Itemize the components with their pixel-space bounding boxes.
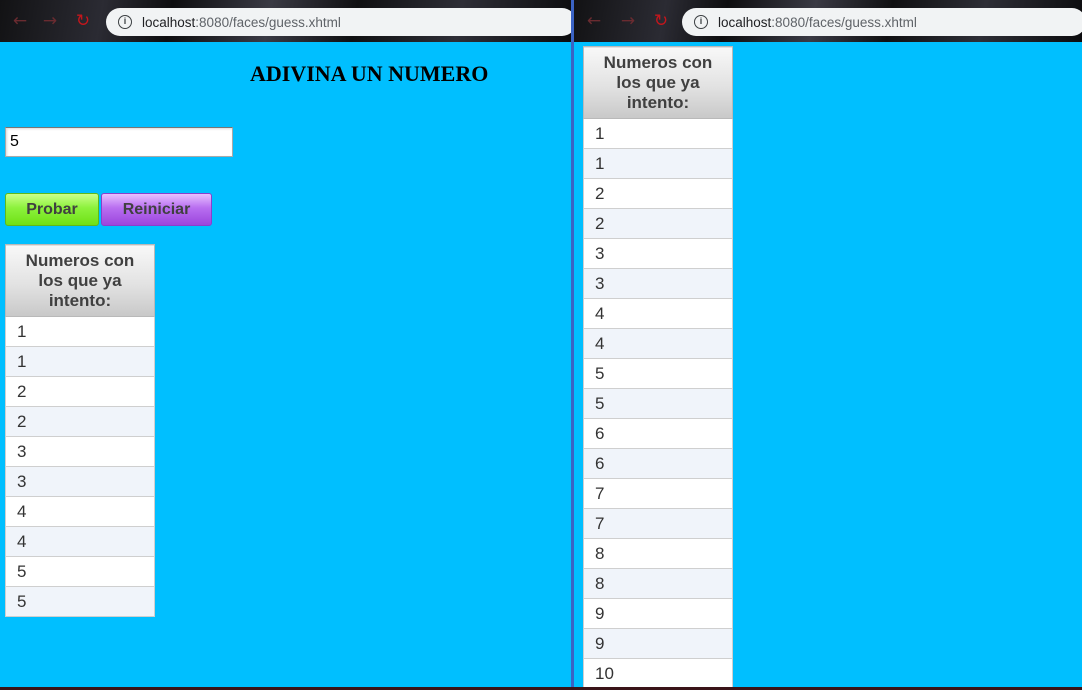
attempt-value: 2 bbox=[5, 376, 155, 407]
reload-icon[interactable]: ↻ bbox=[651, 11, 671, 31]
url-text: localhost:8080/faces/guess.xhtml bbox=[718, 15, 917, 30]
attempt-value: 9 bbox=[583, 628, 733, 659]
table-row: 10 bbox=[583, 658, 733, 687]
attempts-table: Numeros con los que ya intento: 11223344… bbox=[583, 46, 733, 687]
info-icon[interactable]: i bbox=[694, 15, 708, 29]
probar-button[interactable]: Probar bbox=[5, 193, 99, 226]
attempt-value: 5 bbox=[583, 358, 733, 389]
table-row: 7 bbox=[583, 478, 733, 509]
attempt-value: 8 bbox=[583, 538, 733, 569]
table-row: 5 bbox=[5, 586, 155, 617]
browser-window-left: ← → ↻ i localhost:8080/faces/guess.xhtml… bbox=[0, 0, 571, 687]
url-text: localhost:8080/faces/guess.xhtml bbox=[142, 15, 341, 30]
attempt-value: 10 bbox=[583, 658, 733, 687]
attempt-value: 6 bbox=[583, 418, 733, 449]
table-row: 6 bbox=[583, 418, 733, 449]
attempt-value: 1 bbox=[583, 148, 733, 179]
table-row: 2 bbox=[583, 178, 733, 209]
page-content: Numeros con los que ya intento: 11223344… bbox=[574, 42, 1082, 687]
table-row: 3 bbox=[583, 238, 733, 269]
table-row: 5 bbox=[5, 556, 155, 587]
table-row: 2 bbox=[5, 376, 155, 407]
back-arrow-icon[interactable]: ← bbox=[584, 11, 604, 31]
table-row: 1 bbox=[5, 346, 155, 377]
table-row: 2 bbox=[583, 208, 733, 239]
forward-arrow-icon[interactable]: → bbox=[40, 11, 60, 31]
browser-window-right: ← → ↻ i localhost:8080/faces/guess.xhtml… bbox=[574, 0, 1082, 687]
table-row: 4 bbox=[5, 526, 155, 557]
url-host: localhost bbox=[718, 14, 772, 30]
browser-toolbar: ← → ↻ i localhost:8080/faces/guess.xhtml bbox=[0, 0, 571, 42]
attempts-table-header: Numeros con los que ya intento: bbox=[583, 46, 733, 119]
attempt-value: 3 bbox=[583, 268, 733, 299]
table-row: 7 bbox=[583, 508, 733, 539]
attempt-value: 2 bbox=[5, 406, 155, 437]
page-content: ADIVINA UN NUMERO Probar Reiniciar Numer… bbox=[0, 42, 571, 687]
url-host: localhost bbox=[142, 14, 196, 30]
table-row: 3 bbox=[5, 466, 155, 497]
attempt-value: 9 bbox=[583, 598, 733, 629]
attempt-value: 2 bbox=[583, 208, 733, 239]
address-bar[interactable]: i localhost:8080/faces/guess.xhtml bbox=[682, 8, 1082, 36]
back-arrow-icon[interactable]: ← bbox=[10, 11, 30, 31]
attempt-value: 1 bbox=[583, 118, 733, 149]
attempt-value: 1 bbox=[5, 316, 155, 347]
attempt-value: 7 bbox=[583, 478, 733, 509]
attempt-value: 5 bbox=[5, 586, 155, 617]
attempt-value: 5 bbox=[583, 388, 733, 419]
table-row: 1 bbox=[583, 118, 733, 149]
attempt-value: 6 bbox=[583, 448, 733, 479]
url-path: :8080/faces/guess.xhtml bbox=[771, 14, 917, 30]
reiniciar-button[interactable]: Reiniciar bbox=[101, 193, 212, 226]
attempt-value: 5 bbox=[5, 556, 155, 587]
table-row: 1 bbox=[583, 148, 733, 179]
page-title: ADIVINA UN NUMERO bbox=[250, 61, 489, 86]
attempt-value: 4 bbox=[583, 298, 733, 329]
table-row: 9 bbox=[583, 598, 733, 629]
attempts-table: Numeros con los que ya intento: 11223344… bbox=[5, 244, 155, 617]
table-row: 3 bbox=[583, 268, 733, 299]
url-path: :8080/faces/guess.xhtml bbox=[195, 14, 341, 30]
guess-input[interactable] bbox=[5, 127, 233, 157]
attempt-value: 3 bbox=[5, 466, 155, 497]
table-row: 8 bbox=[583, 568, 733, 599]
attempt-value: 7 bbox=[583, 508, 733, 539]
table-row: 1 bbox=[5, 316, 155, 347]
reload-icon[interactable]: ↻ bbox=[73, 11, 93, 31]
attempt-value: 4 bbox=[5, 496, 155, 527]
table-row: 6 bbox=[583, 448, 733, 479]
address-bar[interactable]: i localhost:8080/faces/guess.xhtml bbox=[106, 8, 571, 36]
attempt-value: 3 bbox=[583, 238, 733, 269]
table-row: 4 bbox=[5, 496, 155, 527]
forward-arrow-icon[interactable]: → bbox=[618, 11, 638, 31]
table-row: 5 bbox=[583, 358, 733, 389]
table-row: 4 bbox=[583, 298, 733, 329]
attempt-value: 2 bbox=[583, 178, 733, 209]
attempt-value: 4 bbox=[5, 526, 155, 557]
table-row: 4 bbox=[583, 328, 733, 359]
browser-toolbar: ← → ↻ i localhost:8080/faces/guess.xhtml bbox=[574, 0, 1082, 42]
attempt-value: 8 bbox=[583, 568, 733, 599]
attempt-value: 4 bbox=[583, 328, 733, 359]
table-row: 9 bbox=[583, 628, 733, 659]
attempts-table-header: Numeros con los que ya intento: bbox=[5, 244, 155, 317]
attempt-value: 3 bbox=[5, 436, 155, 467]
table-row: 3 bbox=[5, 436, 155, 467]
table-row: 2 bbox=[5, 406, 155, 437]
table-row: 5 bbox=[583, 388, 733, 419]
info-icon[interactable]: i bbox=[118, 15, 132, 29]
table-row: 8 bbox=[583, 538, 733, 569]
attempt-value: 1 bbox=[5, 346, 155, 377]
